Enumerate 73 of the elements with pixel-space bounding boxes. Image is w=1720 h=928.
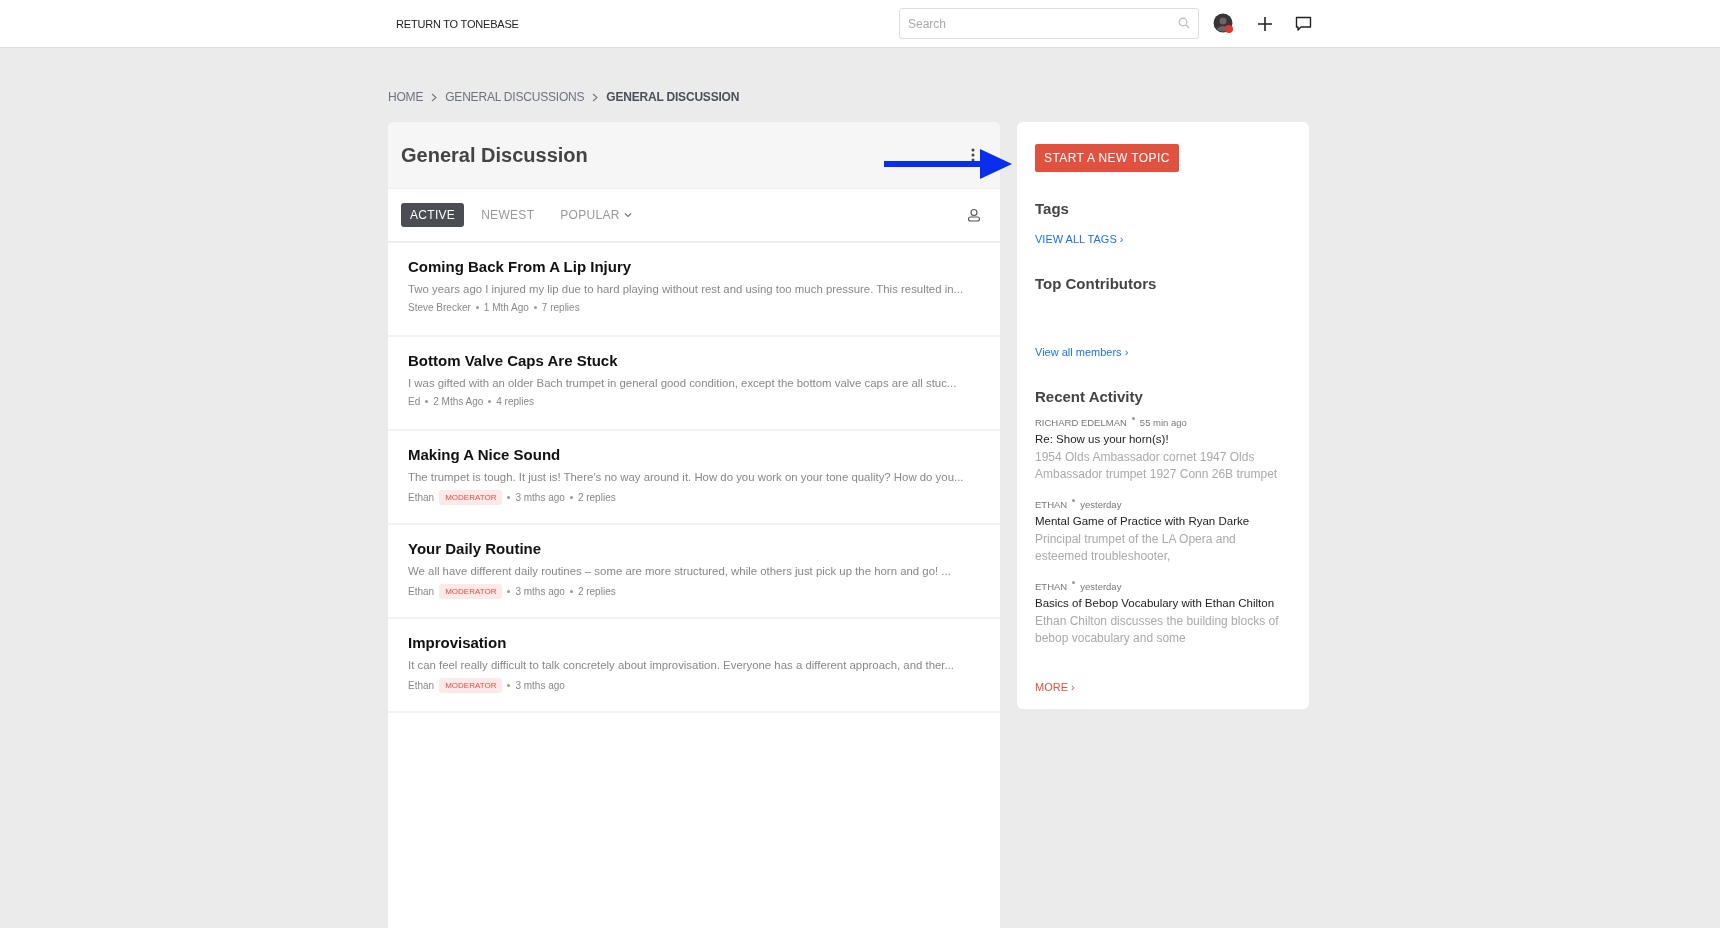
forum-title: General Discussion [401,143,589,167]
more-options-icon[interactable] [971,148,975,162]
topic-excerpt: It can feel really difficult to talk concretely about improvisation. Everyone has a different approach, and ther... [408,659,955,671]
dot-separator [488,400,492,403]
breadcrumb-link[interactable]: HOME [388,90,424,104]
reply-count: 2 replies [577,586,616,597]
plus-icon[interactable] [1257,15,1273,32]
activity-excerpt: 1954 Olds Ambassador cornet 1947 Olds Ambassador trumpet 1927 Conn 26B trumpet [1035,449,1279,483]
topic-title[interactable]: Coming Back From A Lip Injury [408,258,980,275]
dot-separator [569,496,573,499]
dot-separator [475,306,479,309]
activity-excerpt: Principal trumpet of the LA Opera and esteemed troubleshooter, [1035,531,1237,565]
activity-author: RICHARD EDELMAN [1035,417,1127,428]
dot-separator [1072,581,1076,584]
section-heading: Recent Activity [1035,388,1144,405]
dot-separator [507,684,511,687]
dot-separator [569,590,573,593]
topic-author: Ed [408,396,421,407]
topic-time: 3 mths ago [515,492,565,503]
section-heading: Top Contributors [1035,275,1158,292]
view-members-link[interactable]: View all members › [1035,346,1129,358]
chevron-icon [592,92,599,102]
dot-separator [1072,499,1076,502]
more-link[interactable]: MORE › [1035,681,1075,693]
topic-author: Ethan [408,586,435,597]
activity-time: 55 min ago [1139,417,1187,428]
chevron-icon [431,92,438,102]
new-topic-button[interactable]: START A NEW TOPIC [1035,144,1179,172]
activity-time: yesterday [1080,499,1122,510]
dot-separator [425,400,429,403]
dot-separator [1131,417,1135,420]
topic-excerpt: I was gifted with an older Bach trumpet in general good condition, except the bottom valve caps are all stuc... [408,377,958,389]
reply-count: 4 replies [496,396,535,407]
search-icon [1178,17,1190,29]
topic-title[interactable]: Bottom Valve Caps Are Stuck [408,352,980,369]
moderator-badge: MODERATOR [439,678,503,693]
person-icon[interactable] [967,208,981,222]
breadcrumb-link[interactable]: GENERAL DISCUSSION [606,90,740,104]
view-tags-link[interactable]: VIEW ALL TAGS › [1035,233,1124,245]
dot-separator [533,306,537,309]
return-link[interactable]: RETURN TO TONEBASE [396,17,519,30]
avatar-icon[interactable] [1213,12,1235,35]
activity-time: yesterday [1080,581,1122,592]
dot-separator [507,590,511,593]
dot-separator [507,496,511,499]
topic-title[interactable]: Improvisation [408,634,980,651]
activity-author: ETHAN [1035,499,1068,510]
topic-time: 2 Mths Ago [433,396,484,407]
section-heading: Tags [1035,200,1070,217]
sort-tab[interactable]: ACTIVE [401,203,465,227]
reply-count: 7 replies [541,302,580,313]
topic-excerpt: The trumpet is tough. It just is! There’s no way around it. How do you work on your tone quality? How do you... [408,471,965,483]
moderator-badge: MODERATOR [439,490,503,505]
topic-author: Ethan [408,492,435,503]
topic-excerpt: Two years ago I injured my lip due to hard playing without rest and using too much pressure. This resulted in... [408,283,965,295]
topic-title[interactable]: Making A Nice Sound [408,446,980,463]
activity-title[interactable]: Mental Game of Practice with Ryan Darke [1035,515,1291,527]
search-field[interactable]: Search [899,8,1199,39]
topic-excerpt: We all have different daily routines – some are more structured, while others just pick up the horn and go! ... [408,565,952,577]
topic-time: 3 mths ago [515,586,565,597]
reply-count: 2 replies [577,492,616,503]
topic-time: 1 Mth Ago [483,302,529,313]
activity-excerpt: Ethan Chilton discusses the building blocks of bebop vocabulary and some [1035,613,1280,647]
breadcrumb-link[interactable]: GENERAL DISCUSSIONS [445,90,585,104]
topic-time: 3 mths ago [515,680,565,691]
activity-title[interactable]: Re: Show us your horn(s)! [1035,433,1291,445]
topic-author: Ethan [408,680,435,691]
topic-author: Steve Brecker [408,302,471,313]
topic-title[interactable]: Your Daily Routine [408,540,980,557]
activity-title[interactable]: Basics of Bebop Vocabulary with Ethan Chilton [1035,597,1291,609]
moderator-badge: MODERATOR [439,584,503,599]
activity-author: ETHAN [1035,581,1068,592]
chat-icon[interactable] [1295,15,1312,32]
